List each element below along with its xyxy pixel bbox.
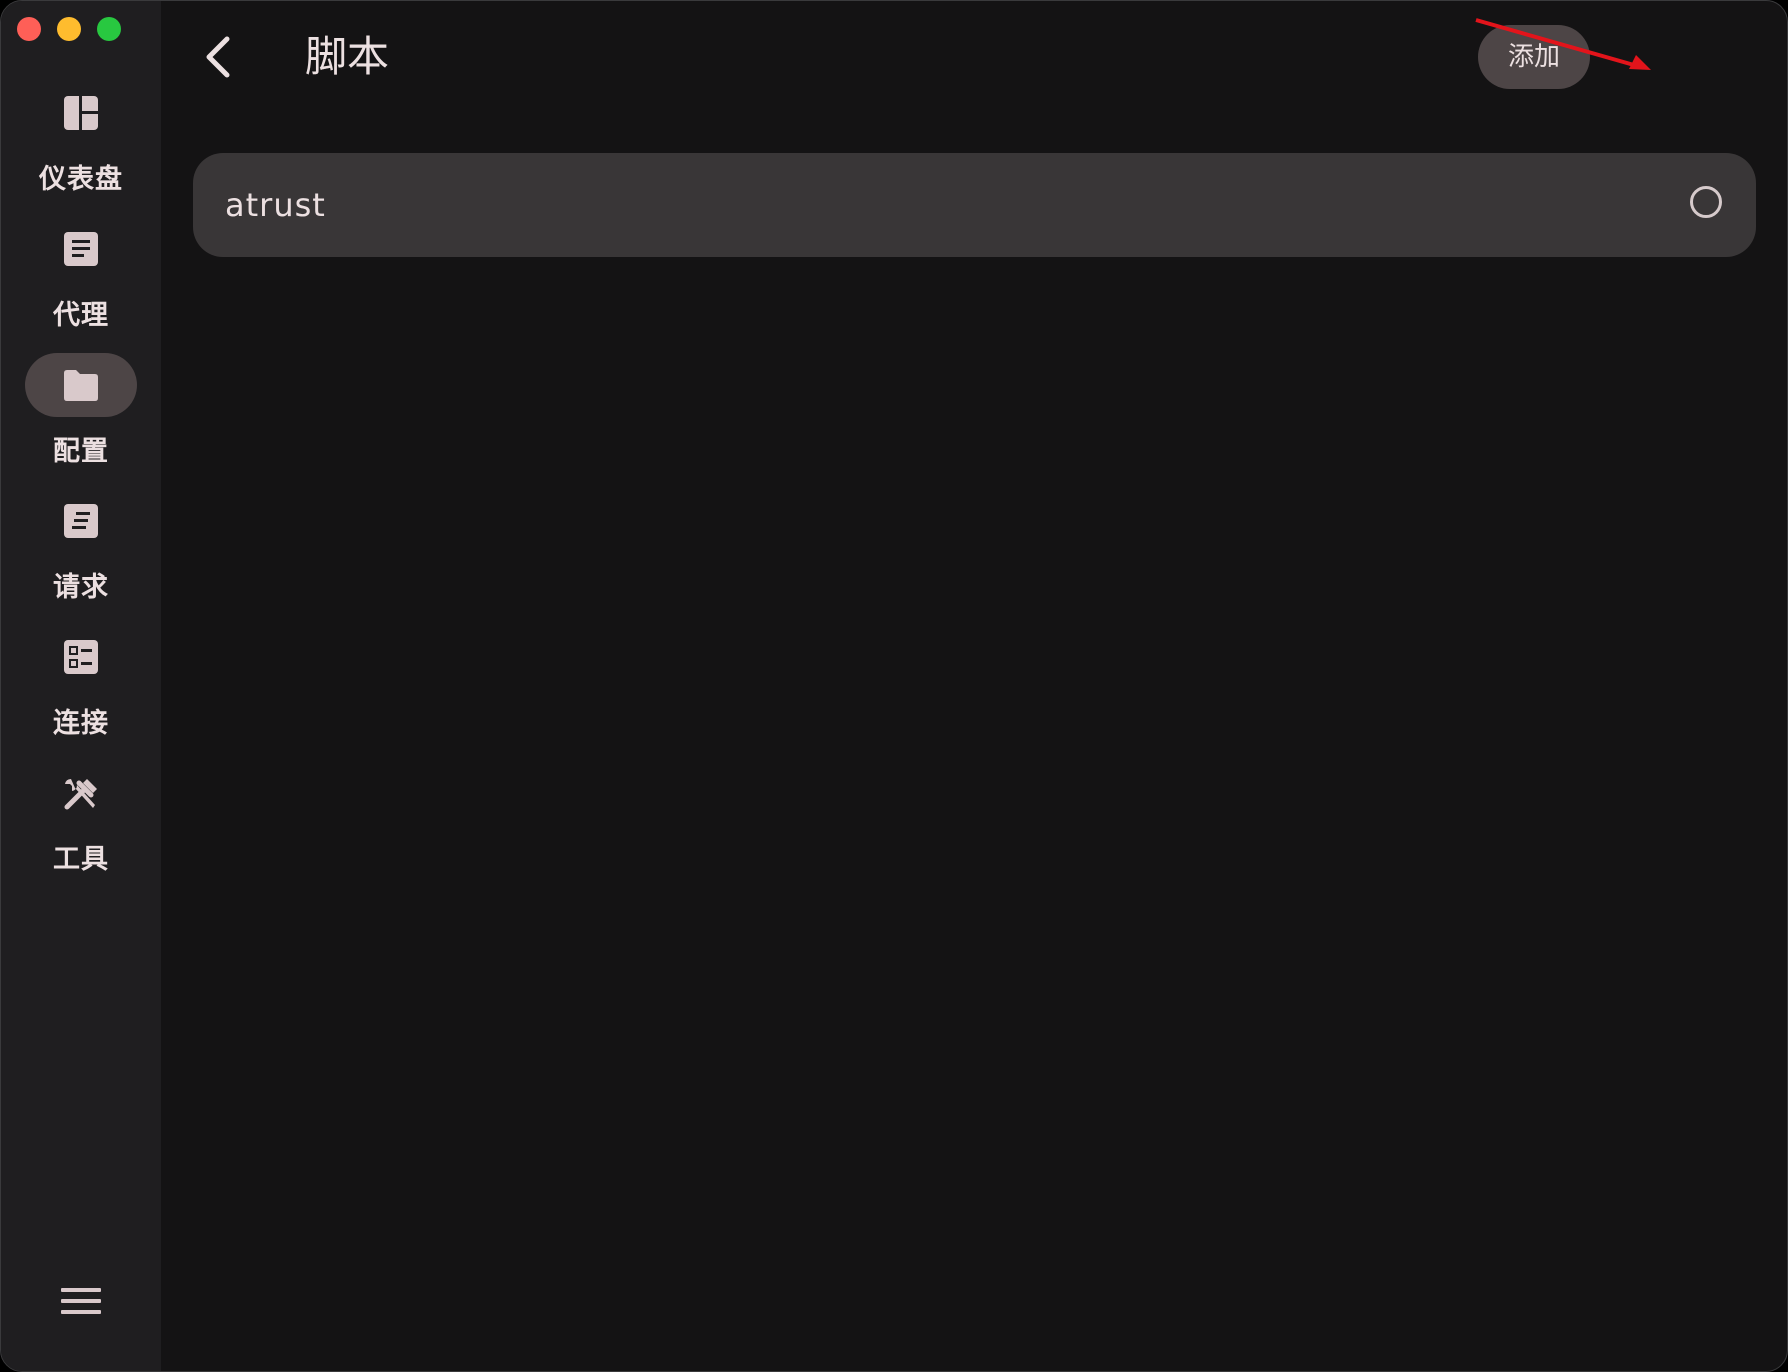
window-zoom-button[interactable] xyxy=(97,17,121,41)
back-arrow-icon[interactable] xyxy=(199,33,239,81)
dashboard-icon xyxy=(64,96,98,130)
script-list: atrust xyxy=(193,153,1756,257)
script-name: atrust xyxy=(225,186,326,224)
sidebar-item-label: 工具 xyxy=(53,844,109,875)
page-title: 脚本 xyxy=(305,32,390,81)
sidebar-item-proxy[interactable]: 代理 xyxy=(1,217,161,345)
sidebar-item-label: 连接 xyxy=(53,708,109,739)
window-minimize-button[interactable] xyxy=(57,17,81,41)
add-button[interactable]: 添加 xyxy=(1478,25,1590,89)
proxy-list-icon xyxy=(64,232,98,266)
window-close-button[interactable] xyxy=(17,17,41,41)
sidebar-item-label: 请求 xyxy=(53,572,109,603)
sidebar-item-config[interactable]: 配置 xyxy=(1,353,161,481)
sidebar: 仪表盘 代理 配置 请求 连接 工具 xyxy=(1,1,161,1371)
sidebar-item-dashboard[interactable]: 仪表盘 xyxy=(1,81,161,209)
sidebar-item-request[interactable]: 请求 xyxy=(1,489,161,617)
request-icon xyxy=(64,504,98,538)
connection-icon xyxy=(64,640,98,674)
app-window: 仪表盘 代理 配置 请求 连接 工具 脚本 添加 atrust xyxy=(0,0,1788,1372)
sidebar-item-connection[interactable]: 连接 xyxy=(1,625,161,753)
sidebar-item-label: 代理 xyxy=(53,300,109,331)
script-select-radio[interactable] xyxy=(1690,186,1722,218)
sidebar-item-tools[interactable]: 工具 xyxy=(1,761,161,889)
tools-icon xyxy=(64,779,97,810)
folder-icon xyxy=(64,370,98,401)
sidebar-item-label: 配置 xyxy=(53,436,109,467)
hamburger-menu-icon[interactable] xyxy=(57,1278,105,1326)
sidebar-item-label: 仪表盘 xyxy=(39,164,123,195)
list-item[interactable]: atrust xyxy=(193,153,1756,257)
